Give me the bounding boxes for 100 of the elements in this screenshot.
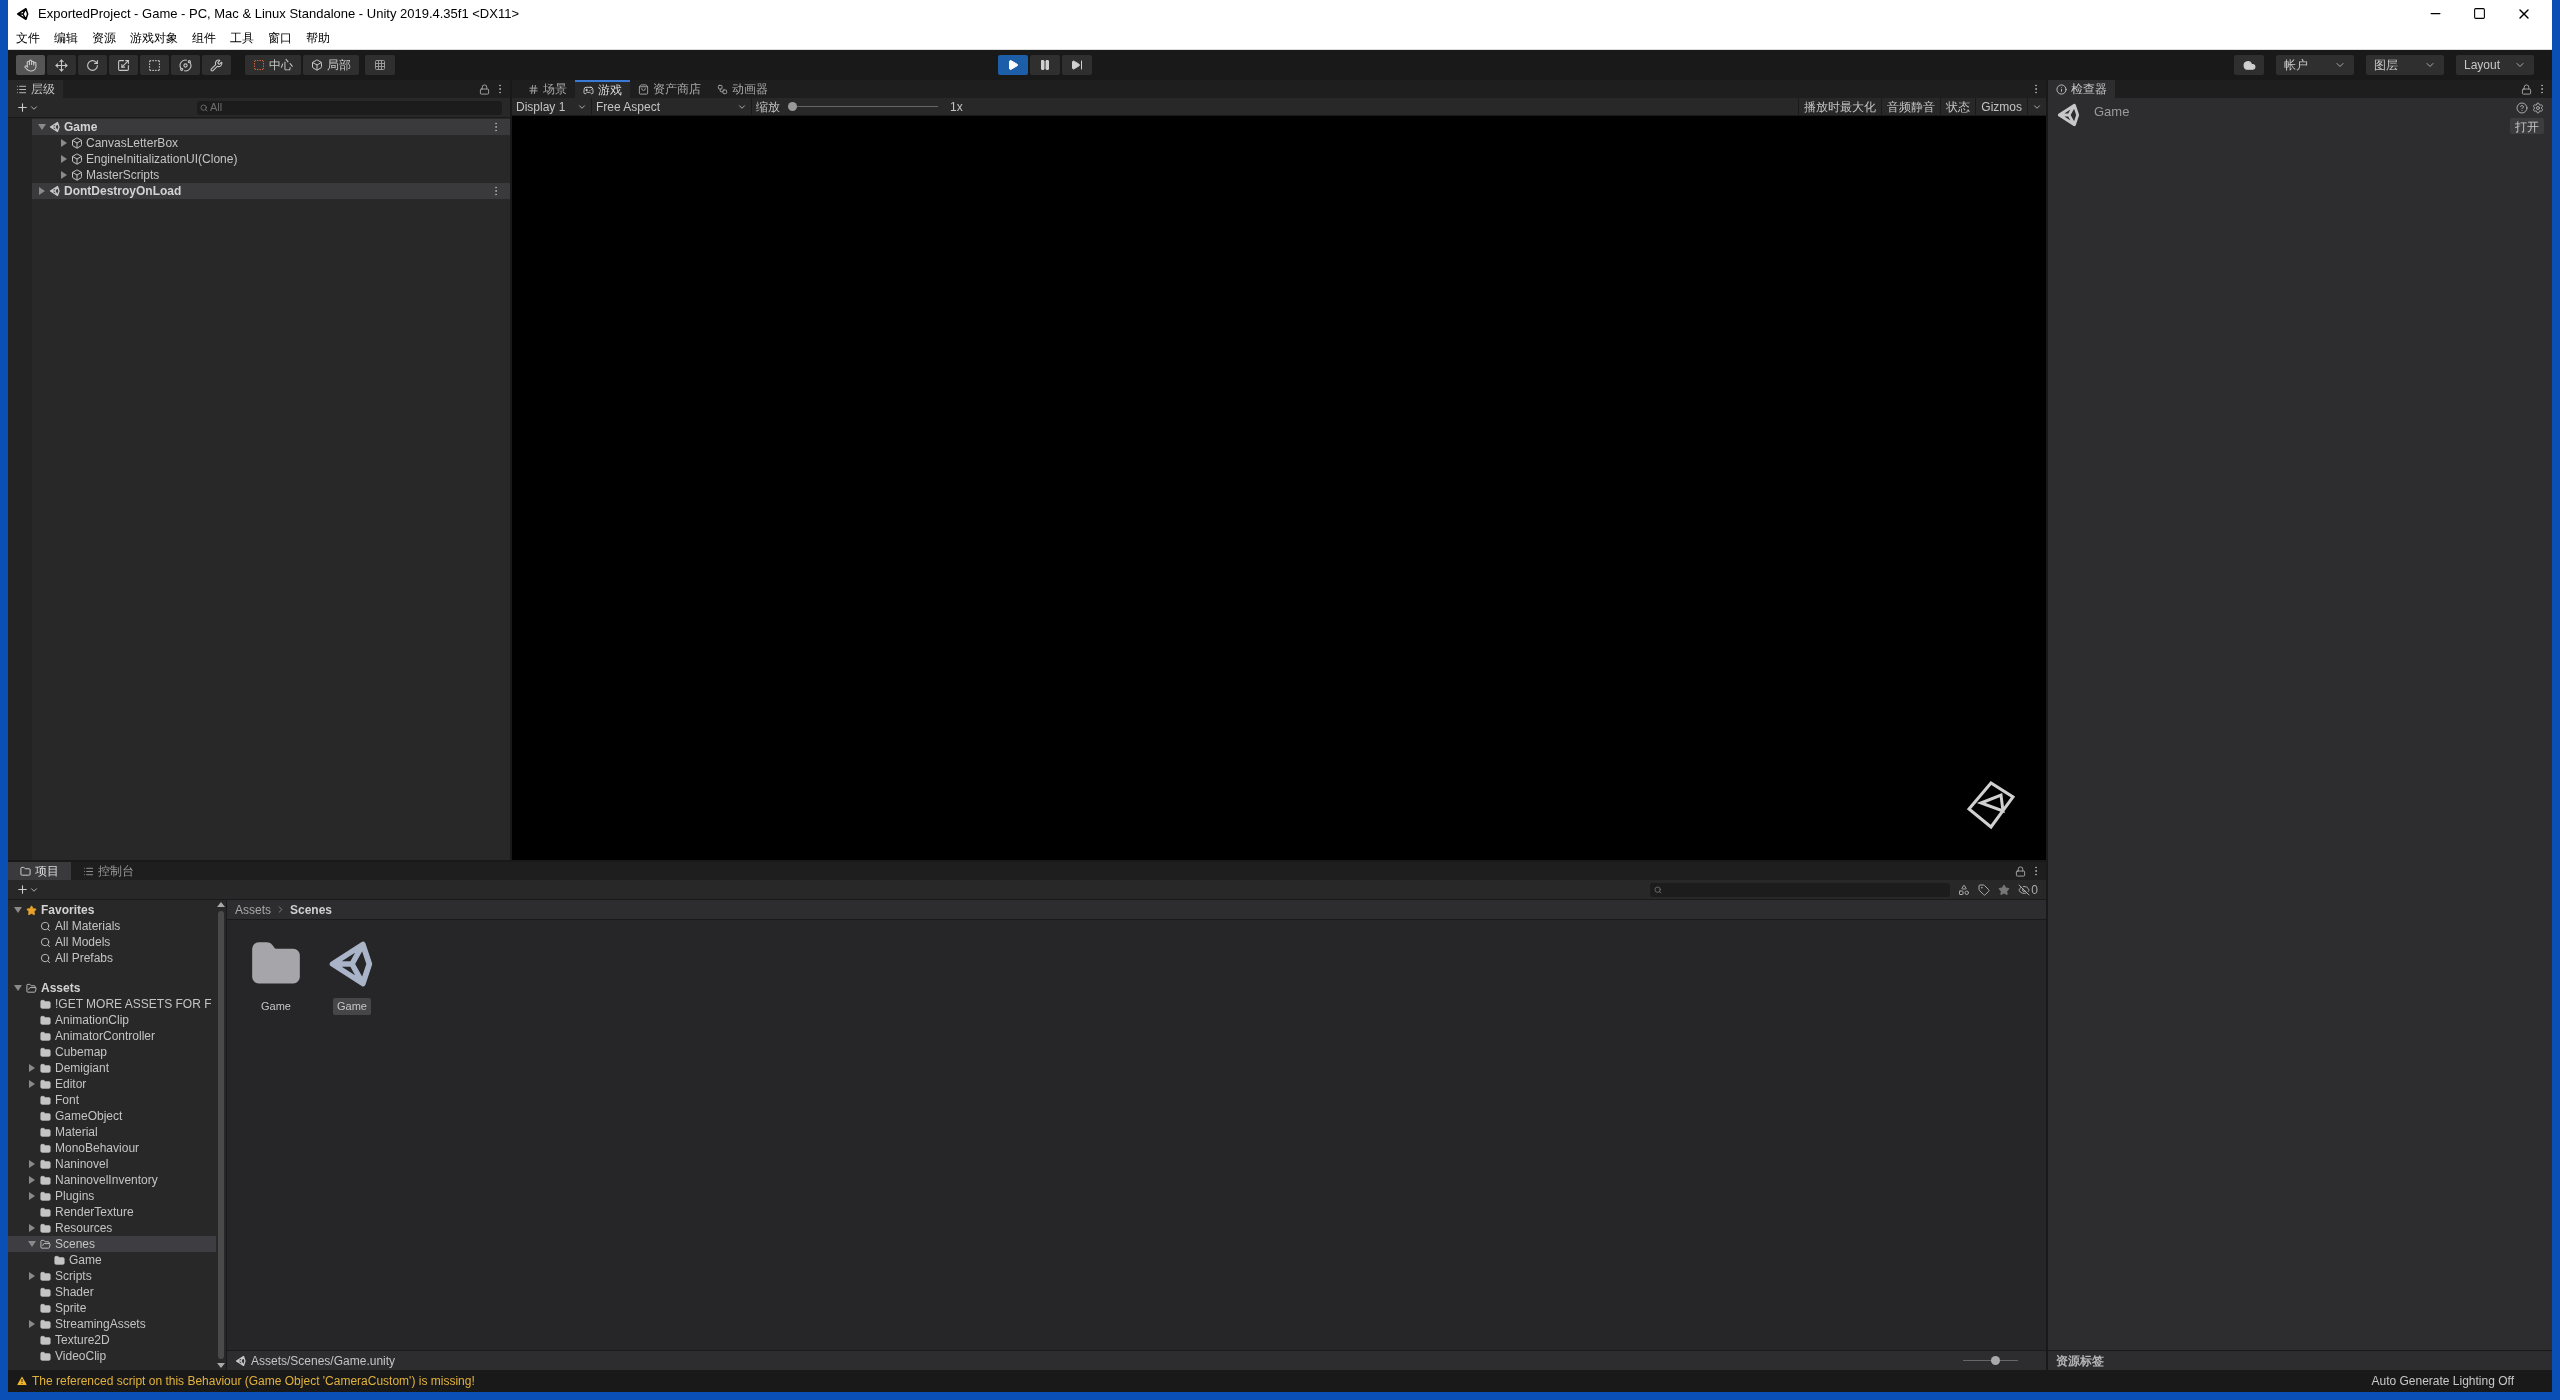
- toggle-button[interactable]: 状态: [1940, 98, 1976, 115]
- expand-arrow-icon[interactable]: [28, 1176, 36, 1184]
- expand-arrow-icon[interactable]: [60, 139, 68, 147]
- lock-icon[interactable]: [2521, 83, 2532, 95]
- maximize-icon[interactable]: [2473, 7, 2486, 20]
- expand-arrow-icon[interactable]: [28, 1240, 36, 1248]
- view-tab[interactable]: 动画器: [709, 80, 776, 98]
- tree-row[interactable]: AnimationClip: [8, 1012, 216, 1028]
- asset-label[interactable]: Game: [333, 998, 371, 1015]
- tree-row[interactable]: Sprite: [8, 1300, 216, 1316]
- view-tab[interactable]: 资产商店: [630, 80, 709, 98]
- tree-row[interactable]: All Prefabs: [8, 950, 216, 966]
- expand-arrow-icon[interactable]: [14, 906, 22, 914]
- tree-row[interactable]: All Models: [8, 934, 216, 950]
- tree-row[interactable]: Demigiant: [8, 1060, 216, 1076]
- lock-icon[interactable]: [2015, 865, 2026, 877]
- play-button[interactable]: [997, 55, 1028, 75]
- menu-item[interactable]: 工具: [230, 29, 254, 47]
- menu-item[interactable]: 编辑: [54, 29, 78, 47]
- tree-row[interactable]: AnimatorController: [8, 1028, 216, 1044]
- tree-row[interactable]: MonoBehaviour: [8, 1140, 216, 1156]
- step-button[interactable]: [1061, 55, 1092, 75]
- add-button[interactable]: [16, 883, 39, 896]
- tree-row[interactable]: Scenes: [8, 1236, 216, 1252]
- toolbar-dropdown[interactable]: Layout: [2456, 55, 2534, 75]
- help-icon[interactable]: [2516, 102, 2528, 114]
- expand-arrow-icon[interactable]: [38, 187, 46, 195]
- tool-button[interactable]: [109, 55, 138, 75]
- menu-item[interactable]: 游戏对象: [130, 29, 178, 47]
- view-tab[interactable]: 场景: [520, 80, 575, 98]
- tree-row[interactable]: Plugins: [8, 1188, 216, 1204]
- tree-row[interactable]: StreamingAssets: [8, 1316, 216, 1332]
- tool-button[interactable]: [140, 55, 169, 75]
- hierarchy-item[interactable]: CanvasLetterBox: [86, 134, 179, 152]
- tool-button[interactable]: [202, 55, 231, 75]
- expand-arrow-icon[interactable]: [28, 1160, 36, 1168]
- tree-row[interactable]: Shader: [8, 1284, 216, 1300]
- expand-arrow-icon[interactable]: [38, 123, 46, 131]
- menu-item[interactable]: 资源: [92, 29, 116, 47]
- expand-arrow-icon[interactable]: [28, 1192, 36, 1200]
- menu-item[interactable]: 窗口: [268, 29, 292, 47]
- zoom-slider[interactable]: [1963, 1355, 2018, 1366]
- menu-item[interactable]: 文件: [16, 29, 40, 47]
- toggle-button[interactable]: 音频静音: [1881, 98, 1941, 115]
- tool-button[interactable]: [47, 55, 76, 75]
- tree-row[interactable]: RenderTexture: [8, 1204, 216, 1220]
- tree-row[interactable]: GameObject: [8, 1108, 216, 1124]
- display-dropdown[interactable]: Display 1: [512, 98, 592, 115]
- menu-item[interactable]: 帮助: [306, 29, 330, 47]
- tree-row[interactable]: NaninovelInventory: [8, 1172, 216, 1188]
- settings-icon[interactable]: [2532, 102, 2544, 114]
- expand-arrow-icon[interactable]: [28, 1224, 36, 1232]
- tree-row[interactable]: Resources: [8, 1220, 216, 1236]
- tree-row[interactable]: Favorites: [8, 902, 216, 918]
- tree-row[interactable]: Font: [8, 1092, 216, 1108]
- tool-button[interactable]: [78, 55, 107, 75]
- panel-tab[interactable]: 项目: [8, 862, 71, 880]
- add-button[interactable]: [16, 101, 39, 114]
- asset-label[interactable]: Game: [257, 998, 295, 1015]
- cloud-button[interactable]: [2234, 55, 2264, 75]
- tag-icon[interactable]: [1978, 883, 1991, 896]
- tree-row[interactable]: Assets: [8, 980, 216, 996]
- tree-row[interactable]: Editor: [8, 1076, 216, 1092]
- expand-arrow-icon[interactable]: [14, 984, 22, 992]
- pause-button[interactable]: [1029, 55, 1060, 75]
- tree-row[interactable]: All Materials: [8, 918, 216, 934]
- star-icon[interactable]: [1998, 883, 2011, 896]
- breadcrumb-item[interactable]: Assets: [235, 900, 271, 919]
- tree-row[interactable]: VideoClip: [8, 1348, 216, 1364]
- slider-thumb[interactable]: [1990, 1356, 2000, 1365]
- expand-arrow-icon[interactable]: [28, 1272, 36, 1280]
- aspect-dropdown[interactable]: Free Aspect: [592, 98, 752, 115]
- pivot-button[interactable]: 局部: [303, 55, 359, 75]
- tree-row[interactable]: Scripts: [8, 1268, 216, 1284]
- toolbar-dropdown[interactable]: 帐户: [2276, 55, 2354, 75]
- tree-row[interactable]: Material: [8, 1124, 216, 1140]
- tree-row[interactable]: Texture2D: [8, 1332, 216, 1348]
- toggle-button[interactable]: 播放时最大化: [1798, 98, 1882, 115]
- hierarchy-item[interactable]: Game: [64, 118, 98, 136]
- hierarchy-item[interactable]: EngineInitializationUI(Clone): [86, 150, 238, 168]
- type-filter-icon[interactable]: [1958, 883, 1971, 896]
- hidden-packages-button[interactable]: 0: [2018, 880, 2038, 899]
- breadcrumb-item[interactable]: Scenes: [290, 900, 333, 919]
- search-field[interactable]: [1650, 882, 1951, 897]
- expand-arrow-icon[interactable]: [28, 1080, 36, 1088]
- inspector-tab[interactable]: 检查器: [2048, 80, 2115, 98]
- tree-row[interactable]: Game: [8, 1252, 216, 1268]
- tool-button[interactable]: [16, 55, 45, 75]
- expand-arrow-icon[interactable]: [60, 171, 68, 179]
- tree-row[interactable]: Naninovel: [8, 1156, 216, 1172]
- toggle-button[interactable]: Gizmos: [1975, 98, 2027, 115]
- view-tab[interactable]: 游戏: [575, 80, 630, 98]
- pivot-button[interactable]: 中心: [245, 55, 301, 75]
- tree-row[interactable]: !GET MORE ASSETS FOR F: [8, 996, 216, 1012]
- hierarchy-tab[interactable]: 层级: [8, 80, 63, 98]
- toolbar-dropdown[interactable]: 图层: [2366, 55, 2444, 75]
- expand-arrow-icon[interactable]: [28, 1320, 36, 1328]
- menu-item[interactable]: 组件: [192, 29, 216, 47]
- tool-button[interactable]: [171, 55, 200, 75]
- open-button[interactable]: 打开: [2510, 118, 2544, 134]
